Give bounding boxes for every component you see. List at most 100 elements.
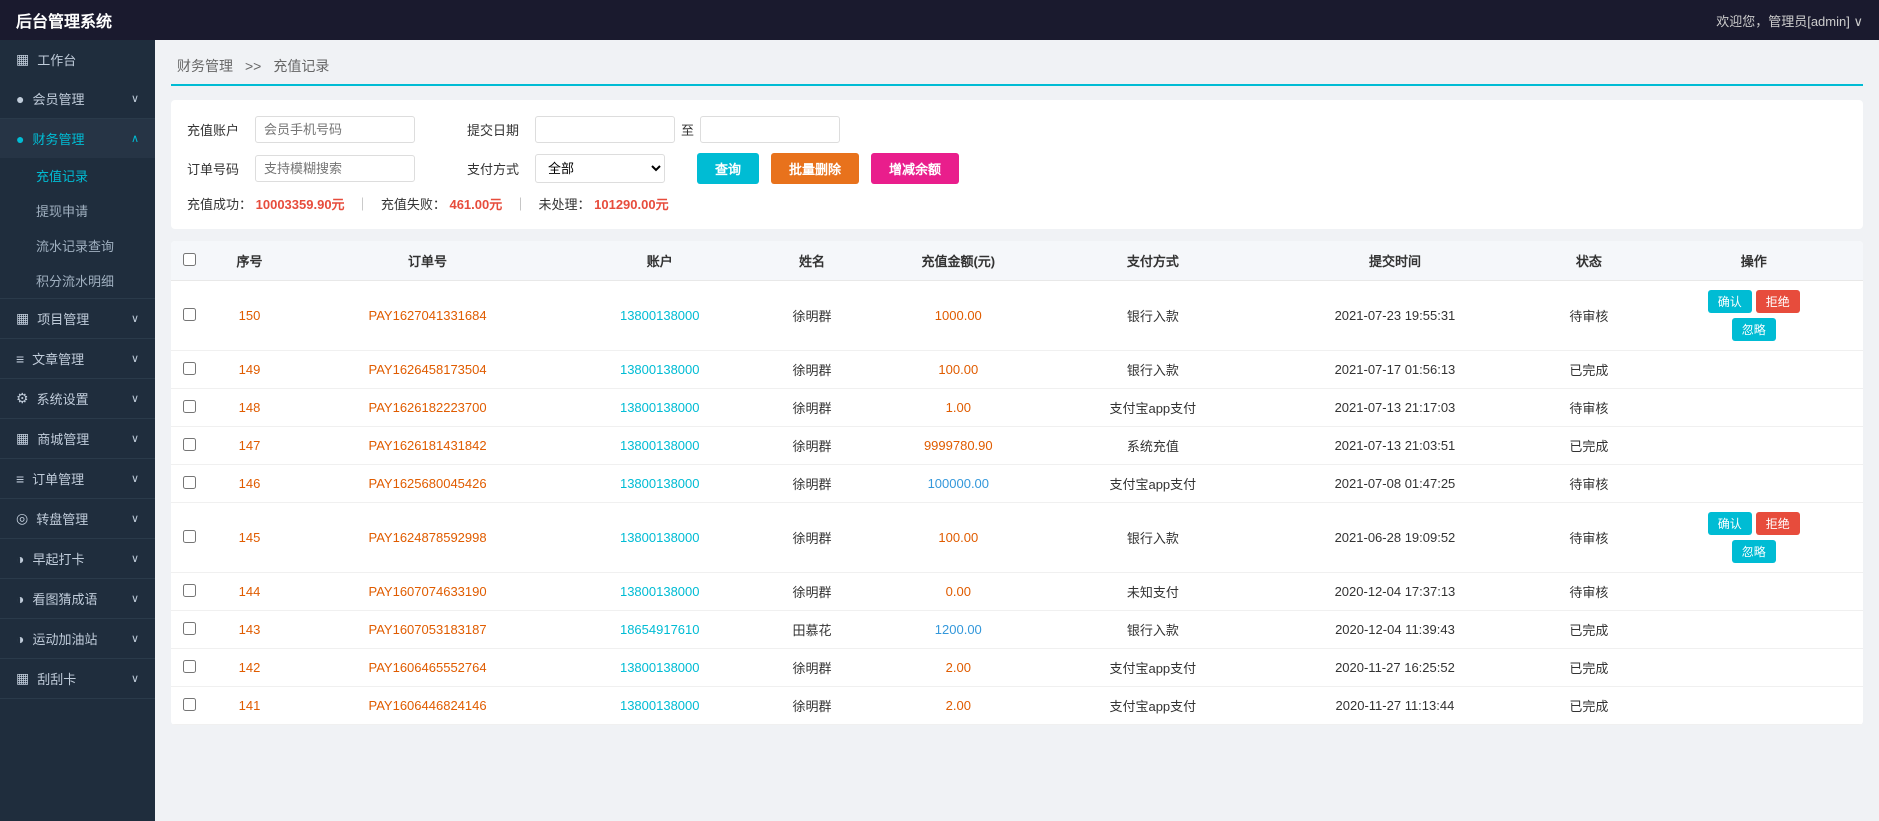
row-id: 149	[207, 351, 292, 389]
row-ops	[1644, 687, 1863, 725]
sidebar-item-flow[interactable]: 流水记录查询	[0, 228, 155, 263]
row-amount: 1.00	[868, 389, 1049, 427]
reject-button[interactable]: 拒绝	[1756, 512, 1800, 535]
order-input[interactable]	[255, 155, 415, 182]
row-payment: 支付宝app支付	[1049, 687, 1257, 725]
success-label: 充值成功：	[187, 197, 252, 212]
select-all-checkbox[interactable]	[183, 253, 196, 266]
row-order: PAY1627041331684	[292, 281, 563, 351]
row-status: 待审核	[1533, 573, 1644, 611]
chevron-down-icon: ∨	[131, 312, 139, 325]
date-end-input[interactable]	[700, 116, 840, 143]
table-row: 148 PAY1626182223700 13800138000 徐明群 1.0…	[171, 389, 1863, 427]
col-index: 序号	[207, 241, 292, 281]
row-order: PAY1626458173504	[292, 351, 563, 389]
sidebar-item-label: 系统设置	[37, 389, 89, 408]
col-account: 账户	[563, 241, 756, 281]
account-input[interactable]	[255, 116, 415, 143]
batch-delete-button[interactable]: 批量删除	[771, 153, 859, 184]
row-name: 徐明群	[756, 281, 867, 351]
finance-icon: ●	[16, 131, 24, 147]
sidebar-item-label: 看图猜成语	[32, 589, 97, 608]
sidebar-item-dashboard[interactable]: ▦ 工作台	[0, 40, 155, 79]
confirm-button[interactable]: 确认	[1708, 290, 1752, 313]
sidebar-item-shop[interactable]: ▦ 商城管理 ∨	[0, 419, 155, 458]
adjust-balance-button[interactable]: 增减余额	[871, 153, 959, 184]
date-start-input[interactable]	[535, 116, 675, 143]
row-status: 已完成	[1533, 427, 1644, 465]
row-checkbox[interactable]	[171, 465, 207, 503]
sidebar-item-turntable[interactable]: ◎ 转盘管理 ∨	[0, 499, 155, 538]
sidebar-item-withdraw[interactable]: 提现申请	[0, 193, 155, 228]
row-checkbox[interactable]	[171, 503, 207, 573]
ignore-button[interactable]: 忽略	[1732, 540, 1776, 563]
sidebar-item-member[interactable]: ● 会员管理 ∨	[0, 79, 155, 118]
row-name: 徐明群	[756, 573, 867, 611]
sidebar-item-order[interactable]: ≡ 订单管理 ∨	[0, 459, 155, 498]
row-order: PAY1607074633190	[292, 573, 563, 611]
row-id: 146	[207, 465, 292, 503]
chevron-down-icon: ∨	[131, 672, 139, 685]
query-button[interactable]: 查询	[697, 153, 759, 184]
row-amount: 100.00	[868, 503, 1049, 573]
table-row: 147 PAY1626181431842 13800138000 徐明群 999…	[171, 427, 1863, 465]
confirm-button[interactable]: 确认	[1708, 512, 1752, 535]
pending-label: 未处理：	[539, 197, 591, 212]
row-order: PAY1624878592998	[292, 503, 563, 573]
sidebar-item-project[interactable]: ▦ 项目管理 ∨	[0, 299, 155, 338]
row-checkbox[interactable]	[171, 573, 207, 611]
reject-button[interactable]: 拒绝	[1756, 290, 1800, 313]
row-checkbox[interactable]	[171, 687, 207, 725]
sidebar-item-settings[interactable]: ⚙ 系统设置 ∨	[0, 379, 155, 418]
col-status: 状态	[1533, 241, 1644, 281]
sep1: ｜	[356, 197, 369, 212]
row-checkbox[interactable]	[171, 427, 207, 465]
topbar-user[interactable]: 欢迎您，管理员[admin] ∨	[1716, 11, 1863, 30]
row-name: 徐明群	[756, 503, 867, 573]
row-ops	[1644, 649, 1863, 687]
row-account: 13800138000	[563, 389, 756, 427]
chevron-down-icon: ∨	[131, 392, 139, 405]
table-row: 146 PAY1625680045426 13800138000 徐明群 100…	[171, 465, 1863, 503]
col-amount: 充值金额(元)	[868, 241, 1049, 281]
row-time: 2021-07-17 01:56:13	[1257, 351, 1534, 389]
row-order: PAY1606465552764	[292, 649, 563, 687]
row-status: 待审核	[1533, 503, 1644, 573]
sidebar-item-recharge[interactable]: 充值记录	[0, 158, 155, 193]
breadcrumb-parent[interactable]: 财务管理	[177, 56, 233, 76]
row-time: 2020-11-27 16:25:52	[1257, 649, 1534, 687]
row-time: 2020-11-27 11:13:44	[1257, 687, 1534, 725]
col-order: 订单号	[292, 241, 563, 281]
row-account: 13800138000	[563, 573, 756, 611]
settings-icon: ⚙	[16, 390, 29, 407]
chevron-down-icon: ∨	[131, 632, 139, 645]
row-checkbox[interactable]	[171, 611, 207, 649]
sidebar-item-article[interactable]: ≡ 文章管理 ∨	[0, 339, 155, 378]
row-checkbox[interactable]	[171, 649, 207, 687]
row-checkbox[interactable]	[171, 281, 207, 351]
col-name: 姓名	[756, 241, 867, 281]
row-name: 徐明群	[756, 427, 867, 465]
row-checkbox[interactable]	[171, 389, 207, 427]
row-account: 13800138000	[563, 465, 756, 503]
sidebar-item-label: 运动加油站	[32, 629, 97, 648]
chevron-down-icon: ∨	[131, 592, 139, 605]
table-row: 149 PAY1626458173504 13800138000 徐明群 100…	[171, 351, 1863, 389]
row-ops	[1644, 351, 1863, 389]
sidebar-item-label: 财务管理	[32, 129, 84, 148]
sidebar-item-finance[interactable]: ● 财务管理 ∧	[0, 119, 155, 158]
row-checkbox[interactable]	[171, 351, 207, 389]
row-order: PAY1606446824146	[292, 687, 563, 725]
sidebar-item-points[interactable]: 积分流水明细	[0, 263, 155, 298]
payment-select[interactable]: 全部 银行入款 支付宝app支付 系统充值 未知支付	[535, 154, 665, 183]
row-payment: 银行入款	[1049, 611, 1257, 649]
ignore-button[interactable]: 忽略	[1732, 318, 1776, 341]
table-row: 145 PAY1624878592998 13800138000 徐明群 100…	[171, 503, 1863, 573]
row-id: 141	[207, 687, 292, 725]
row-status: 已完成	[1533, 649, 1644, 687]
sidebar-item-scratch[interactable]: ▦ 刮刮卡 ∨	[0, 659, 155, 698]
sidebar-item-checkin[interactable]: ◑ 早起打卡 ∨	[0, 539, 155, 578]
sidebar-item-guessword[interactable]: ◑ 看图猜成语 ∨	[0, 579, 155, 618]
table-row: 150 PAY1627041331684 13800138000 徐明群 100…	[171, 281, 1863, 351]
sidebar-item-sportstation[interactable]: ◑ 运动加油站 ∨	[0, 619, 155, 658]
